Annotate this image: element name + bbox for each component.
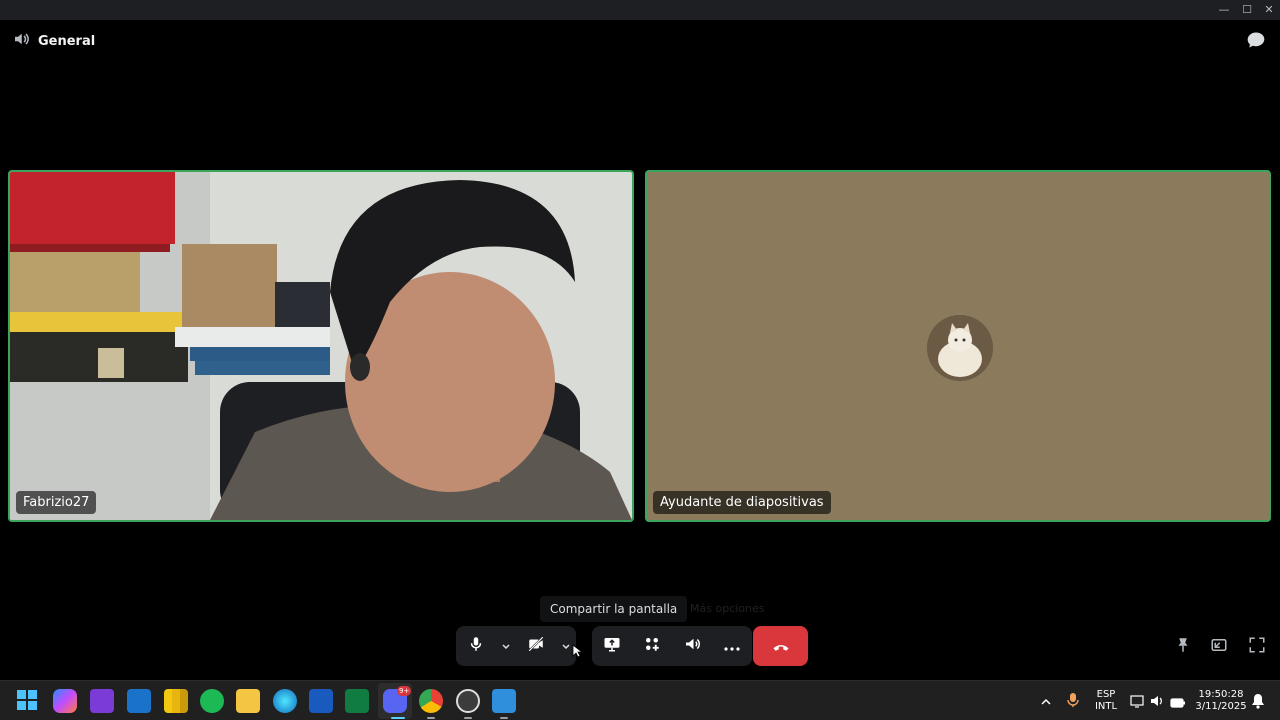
excel-icon[interactable] [345,689,369,713]
word-icon[interactable] [309,689,333,713]
activities-button[interactable] [632,626,672,666]
edge-icon[interactable] [273,689,297,713]
file-explorer-icon[interactable] [236,689,260,713]
clock-date: 3/11/2025 [1195,701,1247,712]
more-options-button[interactable] [712,626,752,666]
minimize-button[interactable]: — [1213,2,1235,18]
activity-group [592,626,752,666]
mail-icon[interactable] [127,689,151,713]
chat-icon[interactable] [1246,30,1266,50]
share-screen-button[interactable] [592,626,632,666]
obs-icon[interactable] [456,689,480,713]
chevron-down-icon [561,637,571,656]
language-code: ESP [1096,689,1116,700]
disconnect-button[interactable] [753,626,808,666]
fullscreen-button[interactable] [1246,636,1268,658]
clock-time: 19:50:28 [1198,689,1244,700]
spotify-icon[interactable] [200,689,224,713]
participant-name-tag: Fabrizio27 [16,491,97,514]
participant-name-tag: Ayudante de diapositivas [653,491,831,514]
microphone-icon [467,635,485,657]
volume-icon[interactable] [1150,693,1164,712]
obs-running-indicator [464,717,472,719]
screen-share-icon [603,635,621,657]
video-tile-ayudante[interactable]: Ayudante de diapositivas [645,170,1271,522]
pin-button[interactable] [1172,636,1194,658]
call-controls [456,626,752,666]
popout-icon [1210,636,1228,658]
soundboard-icon [683,635,701,657]
microphone-button[interactable] [456,626,496,666]
power-bi-icon[interactable] [164,689,188,713]
channel-header: General [12,30,95,52]
maximize-button[interactable]: ☐ [1236,2,1258,18]
share-screen-tooltip: Compartir la pantalla [540,596,688,622]
chrome-icon[interactable] [419,689,443,713]
more-options-tooltip: Más opciones [690,602,765,615]
close-button[interactable]: ✕ [1258,2,1280,18]
clock[interactable]: 19:50:28 3/11/2025 [1193,689,1249,713]
soundboard-button[interactable] [672,626,712,666]
cat-avatar [927,315,993,381]
microphone-in-use-icon[interactable] [1067,692,1079,712]
camera-button[interactable] [516,626,556,666]
camera-off-icon [526,635,546,657]
more-icon [723,637,741,656]
hang-up-icon [772,637,790,656]
notifications-icon[interactable] [1251,693,1265,713]
discord-notification-badge: 9+ [397,686,412,696]
speaker-icon [12,30,30,52]
copilot-icon[interactable] [53,689,77,713]
fullscreen-icon [1248,636,1266,658]
microphone-options-button[interactable] [496,626,516,666]
video-tile-fabrizio[interactable]: Fabrizio27 [8,170,634,522]
zoom-icon[interactable] [492,689,516,713]
network-icon[interactable] [1130,693,1144,712]
channel-title: General [38,33,96,49]
mouse-cursor [572,643,584,662]
popout-button[interactable] [1208,636,1230,658]
chrome-running-indicator [427,717,435,719]
activities-icon [643,635,661,657]
webcam-video [10,172,632,520]
discord-running-indicator [391,717,405,719]
title-bar: — ☐ ✕ [0,0,1280,20]
windows-start-icon[interactable] [16,689,40,713]
pin-icon [1174,636,1192,658]
audio-video-group [456,626,576,666]
language-indicator[interactable]: ESP INTL [1093,689,1119,713]
language-layout: INTL [1094,701,1118,712]
zoom-running-indicator [500,717,508,719]
clipchamp-icon[interactable] [90,689,114,713]
taskbar: 9+ ESP INTL 19:50:28 3/11/2025 [0,680,1280,720]
battery-icon[interactable] [1170,694,1186,713]
tray-overflow-chevron-icon[interactable] [1040,693,1052,712]
chevron-down-icon [501,637,511,656]
